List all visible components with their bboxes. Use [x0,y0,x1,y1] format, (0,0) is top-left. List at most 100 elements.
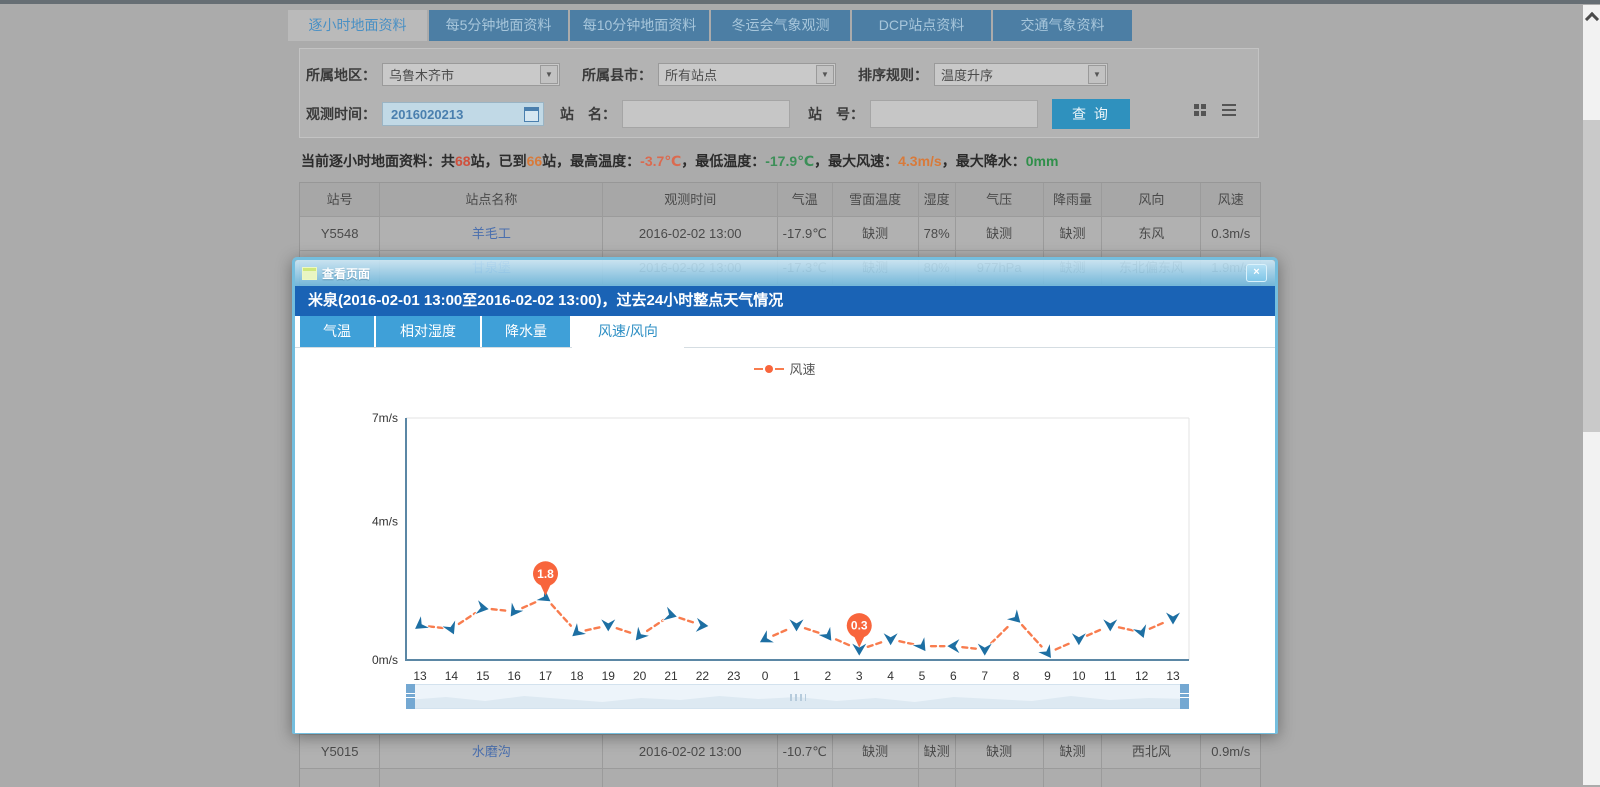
table-cell: 东风 [1102,217,1201,250]
chevron-down-icon[interactable]: ▼ [816,65,834,84]
column-header: 气压 [956,183,1044,216]
county-value: 所有站点 [659,65,717,84]
modal-tab[interactable]: 风速/风向 [572,316,684,348]
station-link[interactable]: 水磨沟 [472,744,511,759]
modal-tab[interactable]: 气温 [300,316,374,347]
summary-segment: ，最低温度： [681,153,765,169]
grid-view-icon[interactable] [1194,104,1206,116]
data-zoom-slider[interactable] [406,684,1189,709]
svg-text:5: 5 [919,669,926,683]
svg-text:18: 18 [570,669,584,683]
main-tab[interactable]: 每10分钟地面资料 [570,10,709,41]
table-cell [778,769,833,787]
summary-segment: 当前逐小时地面资料：共 [301,153,455,169]
table-row: Y5015水磨沟2016-02-02 13:00-10.7℃缺测缺测缺测缺测西北… [300,735,1260,769]
filter-row-1: 所属地区： 乌鲁木齐市 ▼ 所属县市： 所有站点 ▼ 排序规则： 温度升序 ▼ [306,63,1108,86]
table-cell: 0.3m/s [1201,217,1260,250]
summary-segment: ，最大降水： [942,153,1026,169]
table-cell: 2016-02-02 13:00 [603,217,778,250]
table-cell [833,769,919,787]
summary-segment: 站，最高温度： [542,153,640,169]
main-tab[interactable]: 冬运会气象观测 [711,10,850,41]
svg-text:14: 14 [445,669,459,683]
scrollbar-thumb[interactable] [1583,120,1600,432]
svg-text:0.3: 0.3 [851,619,868,633]
table-cell: 2016-02-02 13:00 [603,735,778,768]
region-select[interactable]: 乌鲁木齐市 ▼ [382,63,560,86]
summary-segment: -17.9℃ [765,153,814,169]
summary-segment: 66 [527,153,543,169]
browser-scrollbar[interactable] [1583,5,1600,785]
column-header: 风向 [1102,183,1201,216]
table-cell: 西北风 [1102,735,1201,768]
summary-segment: 68 [455,153,471,169]
modal-tabbar: 气温相对湿度降水量风速/风向 [295,316,1275,348]
search-button[interactable]: 查 询 [1052,99,1130,129]
station-number-label: 站 号： [808,104,864,124]
column-header: 观测时间 [603,183,778,216]
main-tab[interactable]: 交通气象资料 [993,10,1132,41]
column-header: 站点名称 [380,183,603,216]
table-cell [603,769,778,787]
top-border-line [0,0,1600,4]
svg-text:12: 12 [1135,669,1149,683]
station-name-label: 站 名： [560,104,616,124]
table-cell [1201,769,1260,787]
svg-text:4: 4 [887,669,894,683]
svg-text:9: 9 [1044,669,1051,683]
county-label: 所属县市： [582,65,652,85]
main-tab[interactable]: 逐小时地面资料 [288,10,427,41]
sort-label: 排序规则： [858,65,928,85]
table-cell: 水磨沟 [380,735,603,768]
main-tabbar: 逐小时地面资料每5分钟地面资料每10分钟地面资料冬运会气象观测DCP站点资料交通… [288,10,1132,41]
wind-speed-chart: 0m/s4m/s7m/s1314151617181920212223012345… [361,401,1201,691]
slider-right-handle[interactable] [1180,684,1189,709]
table-cell [380,769,603,787]
table-header-row: 站号站点名称观测时间气温雪面温度湿度气压降雨量风向风速 [300,183,1260,217]
chart-legend[interactable]: 风速 [295,359,1275,378]
summary-segment: ，最大风速： [814,153,898,169]
scrollbar-up-icon[interactable] [1583,5,1600,27]
table-cell: 缺测 [1044,735,1103,768]
modal-view-page: 查看页面 × 米泉(2016-02-01 13:00至2016-02-02 13… [292,257,1278,734]
station-number-input[interactable] [870,100,1038,128]
svg-text:11: 11 [1104,669,1117,683]
filter-row-2: 观测时间： 2016020213 站 名： 站 号： 查 询 [306,99,1130,129]
svg-text:22: 22 [696,669,710,683]
column-header: 降雨量 [1044,183,1103,216]
summary-line: 当前逐小时地面资料：共68站，已到66站，最高温度：-3.7℃，最低温度：-17… [301,151,1058,171]
svg-text:0: 0 [762,669,769,683]
modal-tab[interactable]: 相对湿度 [376,316,480,347]
table-cell: 缺测 [956,735,1044,768]
table-cell: 羊毛工 [380,217,603,250]
sort-select[interactable]: 温度升序 ▼ [934,63,1108,86]
column-header: 风速 [1201,183,1260,216]
close-icon[interactable]: × [1246,264,1267,282]
table-cell: 缺测 [1044,217,1103,250]
svg-text:4m/s: 4m/s [372,515,398,529]
county-select[interactable]: 所有站点 ▼ [658,63,836,86]
chevron-down-icon[interactable]: ▼ [1088,65,1106,84]
table-cell [1044,769,1103,787]
table-cell [300,769,380,787]
table-cell: Y5015 [300,735,380,768]
column-header: 湿度 [919,183,956,216]
list-view-icon[interactable] [1222,104,1236,116]
slider-left-handle[interactable] [406,684,415,709]
main-tab[interactable]: 每5分钟地面资料 [429,10,568,41]
obs-time-input[interactable]: 2016020213 [382,102,544,126]
chevron-down-icon[interactable]: ▼ [540,65,558,84]
modal-tab[interactable]: 降水量 [482,316,570,347]
station-name-input[interactable] [622,100,790,128]
summary-segment: 站，已到 [471,153,527,169]
svg-text:21: 21 [664,669,678,683]
summary-segment: 4.3m/s [898,153,942,169]
calendar-icon[interactable] [524,107,539,122]
main-tab[interactable]: DCP站点资料 [852,10,991,41]
column-header: 气温 [778,183,833,216]
svg-text:3: 3 [856,669,863,683]
svg-text:13: 13 [1166,669,1180,683]
svg-text:1.8: 1.8 [537,567,554,581]
obs-time-label: 观测时间： [306,104,376,124]
station-link[interactable]: 羊毛工 [472,226,511,241]
